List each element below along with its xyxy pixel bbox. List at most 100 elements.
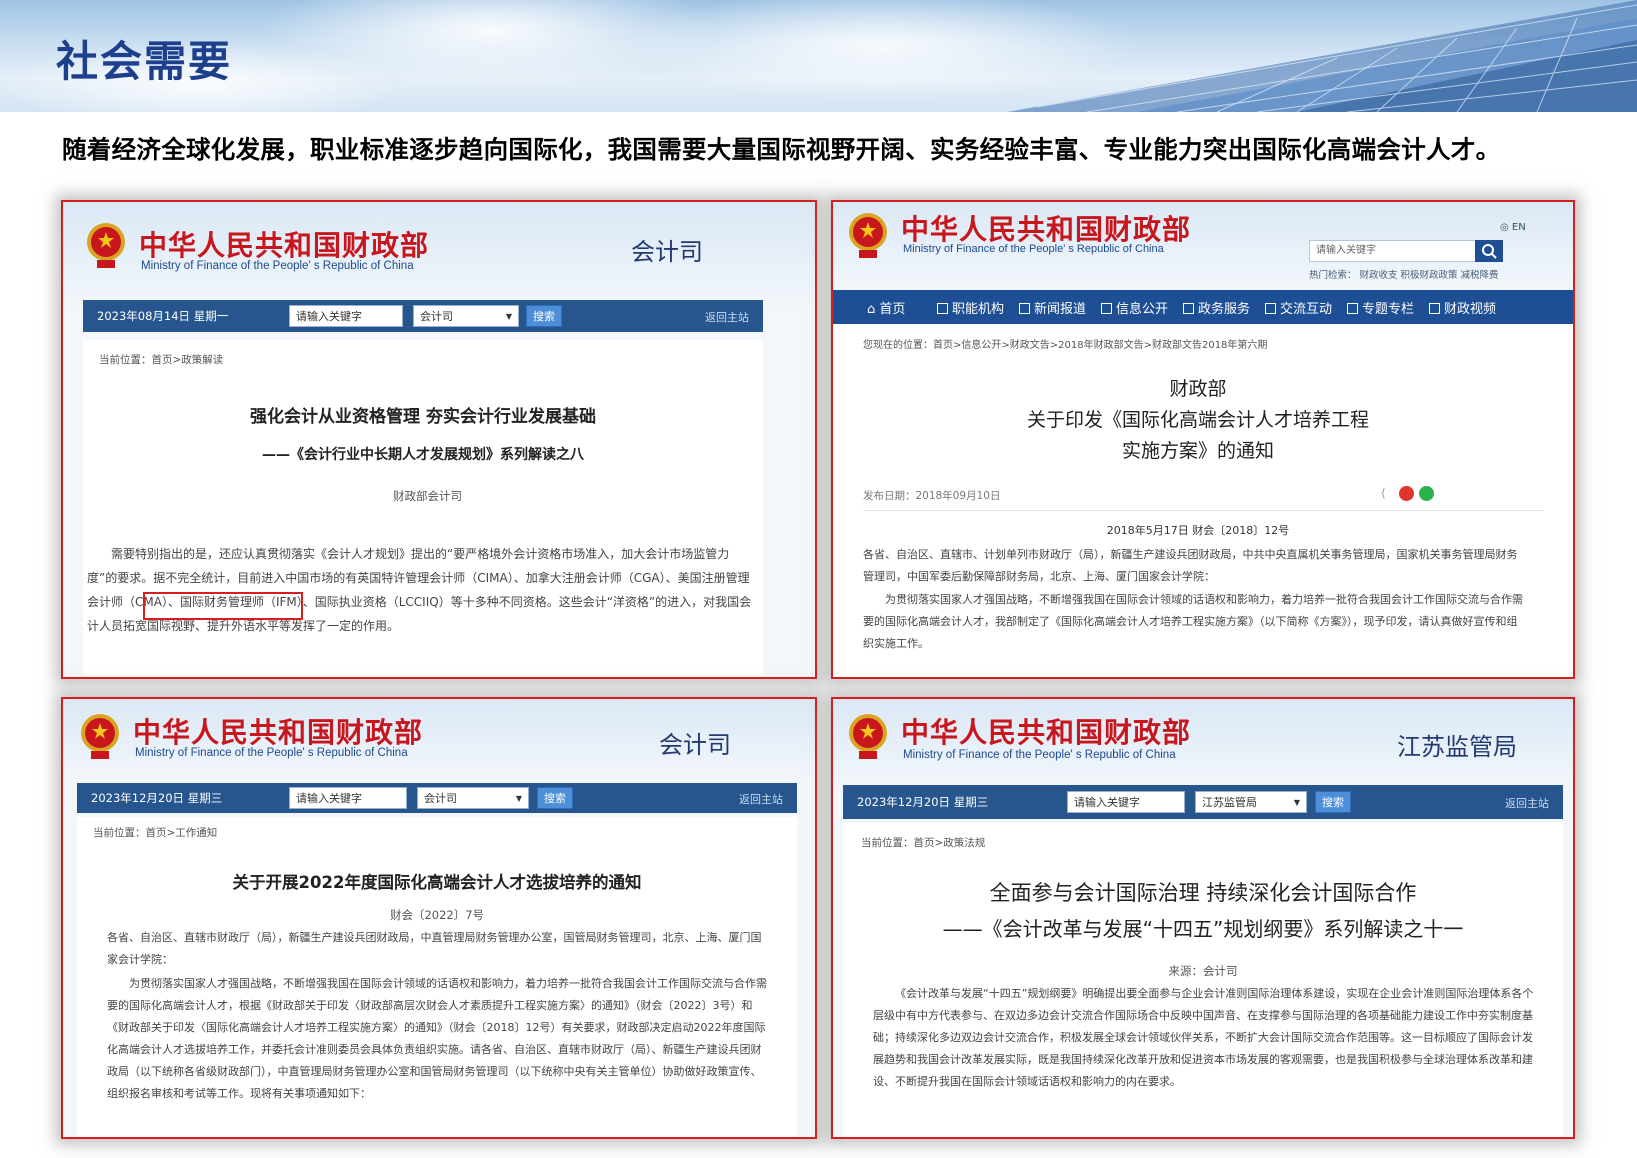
- select-value: 江苏监管局: [1202, 796, 1257, 809]
- article-title-line2: 关于印发《国际化高端会计人才培养工程: [1026, 409, 1369, 431]
- search-button[interactable]: 搜索: [526, 305, 562, 327]
- publish-date: 发布日期：2018年09月10日: [863, 490, 1001, 502]
- nav-item-news[interactable]: 新闻报道: [1019, 298, 1086, 317]
- page-subtitle: 随着经济全球化发展，职业标准逐步趋向国际化，我国需要大量国际视野开阔、实务经验丰…: [62, 135, 1501, 164]
- article-body: 为贯彻落实国家人才强国战略，不断增强我国在国际会计领域的话语权和影响力，着力培养…: [107, 977, 767, 1100]
- nav-label: 职能机构: [952, 302, 1005, 317]
- nav-item-disclosure[interactable]: 信息公开: [1101, 298, 1168, 317]
- department-name: 会计司: [659, 731, 731, 759]
- recipients: 各省、自治区、直辖市、计划单列市财政厅（局），新疆生产建设兵团财政局，中共中央直…: [863, 548, 1518, 583]
- department-select[interactable]: 会计司 ▼: [417, 787, 529, 809]
- department-name: 会计司: [631, 238, 703, 266]
- language-en-link[interactable]: ◎ EN: [1500, 222, 1526, 233]
- divider: [863, 510, 1543, 511]
- ministry-name-cn: 中华人民共和国财政部: [133, 716, 424, 749]
- search-button[interactable]: 搜索: [537, 787, 573, 809]
- building-graphic: [1007, 0, 1637, 112]
- article-heading: 关于开展2022年度国际化高端会计人才选拔培养的通知: [232, 873, 642, 892]
- chevron-down-icon: ▼: [1293, 798, 1300, 807]
- article-body: 《会计改革与发展“十四五”规划纲要》明确提出要全面参与企业会计准则国际治理体系建…: [873, 987, 1534, 1088]
- national-emblem-icon: [849, 714, 887, 759]
- chevron-down-icon: ▼: [515, 794, 522, 803]
- return-home-link[interactable]: 返回主站: [705, 309, 749, 325]
- nav-label: 政务服务: [1198, 302, 1251, 317]
- nav-label: 专题专栏: [1362, 302, 1415, 317]
- document-icon: [1101, 303, 1112, 314]
- breadcrumb[interactable]: 当前位置：首页>政策法规: [861, 835, 985, 850]
- document-number: 2018年5月17日 财会〔2018〕12号: [1106, 524, 1290, 537]
- ministry-name-cn: 中华人民共和国财政部: [901, 716, 1192, 749]
- chevron-down-icon: ▼: [505, 312, 512, 321]
- document-number: 财会〔2022〕7号: [389, 908, 485, 922]
- return-home-link[interactable]: 返回主站: [739, 791, 783, 807]
- department-select[interactable]: 江苏监管局 ▼: [1195, 791, 1307, 813]
- nav-item-home[interactable]: ⌂ 首页: [867, 298, 905, 317]
- highlight-box: [143, 592, 303, 620]
- nav-item-services[interactable]: 政务服务: [1183, 298, 1250, 317]
- news-icon: [1019, 303, 1030, 314]
- interaction-icon: [1265, 303, 1276, 314]
- return-home-link[interactable]: 返回主站: [1505, 795, 1549, 811]
- date-label: 2023年08月14日 星期一: [97, 309, 229, 323]
- search-input[interactable]: 请输入关键字: [1309, 240, 1503, 262]
- ministry-name-cn: 中华人民共和国财政部: [139, 229, 430, 262]
- ministry-name-en: Ministry of Finance of the People' s Rep…: [903, 749, 1176, 761]
- nav-label: 首页: [879, 302, 906, 317]
- ministry-name-en: Ministry of Finance of the People' s Rep…: [141, 260, 414, 272]
- nav-item-topics[interactable]: 专题专栏: [1347, 298, 1414, 317]
- search-input[interactable]: 请输入关键字: [289, 305, 403, 327]
- department-select[interactable]: 会计司 ▼: [413, 305, 519, 327]
- national-emblem-icon: [81, 714, 119, 759]
- article-card: 当前位置：首页>工作通知 关于开展2022年度国际化高端会计人才选拔培养的通知 …: [77, 817, 797, 1137]
- screenshot-ministry-notice-2018: 中华人民共和国财政部 Ministry of Finance of the Pe…: [831, 200, 1575, 679]
- ministry-name-en: Ministry of Finance of the People' s Rep…: [135, 747, 408, 759]
- date-label: 2023年12月20日 星期三: [91, 791, 223, 805]
- screenshot-jiangsu-article: 中华人民共和国财政部 Ministry of Finance of the Pe…: [831, 697, 1575, 1139]
- page-title: 社会需要: [56, 37, 233, 86]
- search-input[interactable]: 请输入关键字: [289, 787, 407, 809]
- article-source: 来源：会计司: [1168, 964, 1238, 978]
- nav-label: 财政视频: [1444, 302, 1497, 317]
- search-placeholder: 请输入关键字: [1316, 245, 1376, 256]
- article-source: 财政部会计司: [393, 489, 462, 503]
- date-label: 2023年12月20日 星期三: [857, 795, 989, 809]
- language-en-label: EN: [1511, 222, 1526, 233]
- select-value: 会计司: [420, 310, 453, 323]
- nav-label: 信息公开: [1116, 302, 1169, 317]
- article-subheading: ——《会计行业中长期人才发展规划》系列解读之八: [262, 447, 584, 463]
- recipients: 各省、自治区、直辖市财政厅（局），新疆生产建设兵团财政局，中直管理局财务管理办公…: [107, 931, 762, 966]
- article-heading: 强化会计从业资格管理 夯实会计行业发展基础: [250, 407, 596, 427]
- national-emblem-icon: [849, 213, 887, 258]
- service-icon: [1183, 303, 1194, 314]
- article-heading-line1: 全面参与会计国际治理 持续深化会计国际合作: [989, 881, 1417, 905]
- weibo-icon[interactable]: [1399, 486, 1414, 501]
- wechat-icon[interactable]: [1419, 486, 1434, 501]
- nav-item-videos[interactable]: 财政视频: [1429, 298, 1496, 317]
- select-value: 会计司: [424, 792, 457, 805]
- article-body: 为贯彻落实国家人才强国战略，不断增强我国在国际会计领域的话语权和影响力，着力培养…: [863, 593, 1523, 650]
- search-button[interactable]: [1475, 240, 1503, 262]
- breadcrumb[interactable]: 您现在的位置：首页>信息公开>财政文告>2018年财政部文告>财政部文告2018…: [863, 336, 1267, 351]
- nav-item-departments[interactable]: 职能机构: [937, 298, 1004, 317]
- article-card: 您现在的位置：首页>信息公开>财政文告>2018年财政部文告>财政部文告2018…: [833, 324, 1573, 677]
- search-button[interactable]: 搜索: [1315, 791, 1351, 813]
- list-icon: [937, 303, 948, 314]
- ministry-name-en: Ministry of Finance of the People' s Rep…: [903, 243, 1164, 255]
- globe-icon: ◎: [1500, 222, 1509, 233]
- home-icon: ⌂: [867, 302, 880, 317]
- site-search-bar: 2023年08月14日 星期一 请输入关键字 会计司 ▼ 搜索 返回主站: [83, 300, 763, 332]
- hot-search-links[interactable]: 热门检索： 财政收支 积极财政政策 减税降费: [1309, 267, 1499, 281]
- breadcrumb[interactable]: 当前位置：首页>政策解读: [99, 352, 223, 367]
- nav-label: 交流互动: [1280, 302, 1333, 317]
- share-icon[interactable]: ⟨: [1381, 486, 1386, 500]
- search-icon: [1482, 244, 1497, 259]
- article-body: 需要特别指出的是，还应认真贯彻落实《会计人才规划》提出的“要严格境外会计资格市场…: [87, 547, 752, 633]
- article-card: 当前位置：首页>政策法规 全面参与会计国际治理 持续深化会计国际合作 ——《会计…: [843, 823, 1563, 1137]
- search-input[interactable]: 请输入关键字: [1067, 791, 1185, 813]
- site-search-bar: 2023年12月20日 星期三 请输入关键字 会计司 ▼ 搜索 返回主站: [77, 783, 797, 813]
- screenshot-kuaijisi-notice-2022: 中华人民共和国财政部 Ministry of Finance of the Pe…: [61, 697, 817, 1139]
- article-title-line3: 实施方案》的通知: [1121, 440, 1274, 462]
- breadcrumb[interactable]: 当前位置：首页>工作通知: [93, 825, 217, 840]
- header-banner: 社会需要: [0, 0, 1637, 112]
- nav-item-interaction[interactable]: 交流互动: [1265, 298, 1332, 317]
